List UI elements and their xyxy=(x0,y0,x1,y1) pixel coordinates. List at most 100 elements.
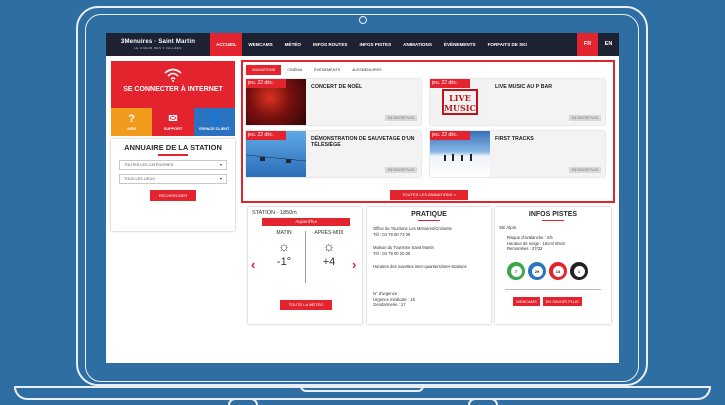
support-tile[interactable]: ✉ SUPPORT xyxy=(152,108,194,136)
slopes-title: INFOS PISTES xyxy=(528,211,578,218)
weather-widget: STATION - 1850m Aujourd'hui ‹ MATIN ☼ -1… xyxy=(248,207,362,324)
all-animations-button[interactable]: TOUTES LES ANIMATIONS » xyxy=(390,190,468,200)
morning-label: MATIN xyxy=(276,230,292,236)
site-logo[interactable]: 3Menuires · Saint Martin LE COEUR DES 3 … xyxy=(106,33,210,56)
chevron-down-icon: ▾ xyxy=(219,162,222,167)
divider xyxy=(505,289,601,290)
nav-item-infos-pistes[interactable]: INFOS PISTES xyxy=(353,33,397,56)
practical-widget: PRATIQUE Office de Tourisme Les Menuires… xyxy=(367,207,491,324)
camera-icon xyxy=(359,16,367,24)
place-select[interactable]: TOUS LES LIEUX ▾ xyxy=(119,173,227,184)
tab-evenements[interactable]: ÉVÈNEMENTS xyxy=(308,65,346,75)
lang-en[interactable]: EN xyxy=(598,33,619,56)
station-altitude: STATION - 1850m xyxy=(252,210,297,216)
screen: 3Menuires · Saint Martin LE COEUR DES 3 … xyxy=(106,33,619,363)
wifi-tiles: ? AIDE ✉ SUPPORT 👤 ESPACE CLIENT xyxy=(111,108,235,136)
nav-item-webcams[interactable]: WEBCAMS xyxy=(242,33,278,56)
chevron-down-icon: ▾ xyxy=(219,176,222,181)
event-card[interactable]: jeu. 22 déc. DÉMONSTRATION DE SAUVETAGE … xyxy=(245,131,421,177)
event-card[interactable]: LIVE MUSIC jeu. 22 déc. LIVE MUSIC AU P … xyxy=(430,79,605,125)
search-button[interactable]: RECHERCHER xyxy=(150,189,196,201)
client-label: ESPACE CLIENT xyxy=(199,127,230,131)
nav-item-accueil[interactable]: ACCUEIL xyxy=(210,33,243,56)
event-title: LIVE MUSIC AU P BAR xyxy=(495,84,553,90)
live-music-logo: LIVE MUSIC xyxy=(442,89,478,115)
chevron-left-icon[interactable]: ‹ xyxy=(251,257,255,272)
directory-title: ANNUAIRE DE LA STATION xyxy=(124,143,222,152)
place-select-value: TOUS LES LIEUX xyxy=(124,176,155,181)
animations-panel: ANIMATIONS CINÉMA ÉVÈNEMENTS #LESMENUIRE… xyxy=(241,60,615,203)
weather-button[interactable]: TOUTE LA MÉTÉO xyxy=(280,300,332,310)
nav-item-animations[interactable]: ANIMATIONS xyxy=(397,33,438,56)
user-icon: 👤 xyxy=(207,113,222,125)
afternoon-label: APRÈS-MIDI xyxy=(314,230,344,236)
client-tile[interactable]: 👤 ESPACE CLIENT xyxy=(193,108,235,136)
afternoon-temp: +4 xyxy=(322,256,336,268)
office-phone: Tél : 04 79 00 20 00 xyxy=(373,250,411,256)
nav-item-meteo[interactable]: MÉTÉO xyxy=(279,33,307,56)
event-date: jeu. 22 déc. xyxy=(430,79,470,88)
event-card[interactable]: jeu. 22 déc. CONCERT DE NOËL EN SAVOIR P… xyxy=(246,79,421,125)
count-value: 14 xyxy=(552,265,564,277)
wifi-label: SE CONNECTER À INTERNET xyxy=(123,86,223,93)
red-slopes-count: 14 xyxy=(549,262,567,280)
laptop-foot xyxy=(228,398,258,405)
weather-morning: MATIN ☼ -1° xyxy=(262,230,306,268)
tab-animations[interactable]: ANIMATIONS xyxy=(246,65,282,75)
morning-temp: -1° xyxy=(276,256,292,268)
title-underline xyxy=(542,219,564,221)
divider xyxy=(305,231,306,283)
shuttle-link[interactable]: Horaires des navettes inter-quartiers/in… xyxy=(373,264,487,270)
event-title: DÉMONSTRATION DE SAUVETAGE D'UN TÉLÉSIÈG… xyxy=(311,136,415,148)
more-button[interactable]: EN SAVOIR PLUS xyxy=(569,115,601,121)
event-date: jeu. 22 déc. xyxy=(430,131,470,140)
logo-tagline: LE COEUR DES 3 VALLÉES xyxy=(134,46,182,50)
more-button[interactable]: EN SAVOIR PLUS xyxy=(385,167,417,173)
emergency-police: Gendarmerie : 17 xyxy=(373,302,406,308)
more-button[interactable]: EN SAVOIR PLUS xyxy=(385,115,417,121)
more-button[interactable]: EN SAVOIR PLUS xyxy=(569,167,601,173)
lang-fr[interactable]: FR xyxy=(577,33,598,56)
top-nav: 3Menuires · Saint Martin LE COEUR DES 3 … xyxy=(106,33,619,56)
tab-cinema[interactable]: CINÉMA xyxy=(281,65,308,75)
nav-item-evenements[interactable]: ÉVÈNEMENTS xyxy=(438,33,482,56)
directory-panel: ANNUAIRE DE LA STATION TOUTES LES CATÉGO… xyxy=(111,139,235,231)
category-select[interactable]: TOUTES LES CATÉGORIES ▾ xyxy=(119,159,227,170)
emergency-info: N° d'urgence : Urgence médicale : 15 Gen… xyxy=(373,291,487,308)
help-tile[interactable]: ? AIDE xyxy=(111,108,153,136)
event-title: CONCERT DE NOËL xyxy=(311,84,363,90)
help-label: AIDE xyxy=(127,127,137,131)
ski-type: Ski Alpin xyxy=(499,225,517,230)
sun-icon: ☼ xyxy=(277,238,291,254)
blue-slopes-count: 29 xyxy=(528,262,546,280)
chevron-right-icon[interactable]: › xyxy=(352,257,356,272)
count-value: 29 xyxy=(531,265,543,277)
sun-icon: ☼ xyxy=(322,238,336,254)
title-underline xyxy=(418,219,440,221)
office-info: Office de Tourisme Les Menuires/Croisett… xyxy=(373,226,487,237)
black-slopes-count: 1 xyxy=(570,262,588,280)
logo-text: 3Menuires · Saint Martin xyxy=(120,39,196,45)
slope-counts: 7 29 14 1 xyxy=(507,262,588,280)
weather-afternoon: APRÈS-MIDI ☼ +4 xyxy=(307,230,351,268)
laptop-foot xyxy=(468,398,498,405)
wifi-icon xyxy=(164,68,182,82)
laptop-notch xyxy=(300,386,424,392)
event-date: jeu. 22 déc. xyxy=(246,131,286,140)
webcams-button[interactable]: WEBCAMS xyxy=(513,297,540,306)
event-card[interactable]: jeu. 22 déc. FIRST TRACKS EN SAVOIR PLUS xyxy=(430,131,605,177)
more-info-button[interactable]: EN SAVOIR PLUS xyxy=(542,297,582,306)
count-value: 1 xyxy=(573,265,585,277)
support-label: SUPPORT xyxy=(163,127,183,131)
slopes-widget: INFOS PISTES Ski Alpin Risque d'avalanch… xyxy=(495,207,611,324)
tab-lesmenuires[interactable]: #LESMENUIRES xyxy=(346,65,387,75)
green-slopes-count: 7 xyxy=(507,262,525,280)
slopes-buttons: WEBCAMS EN SAVOIR PLUS xyxy=(513,297,582,306)
practical-title: PRATIQUE xyxy=(411,211,447,218)
mail-icon: ✉ xyxy=(168,113,178,125)
count-value: 7 xyxy=(510,265,522,277)
nav-item-forfaits[interactable]: FORFAITS DE SKI xyxy=(482,33,533,56)
lifts-open: Remontées : 27/32 xyxy=(507,246,543,252)
category-select-value: TOUTES LES CATÉGORIES xyxy=(124,162,174,167)
nav-item-infos-routes[interactable]: INFOS ROUTES xyxy=(307,33,353,56)
